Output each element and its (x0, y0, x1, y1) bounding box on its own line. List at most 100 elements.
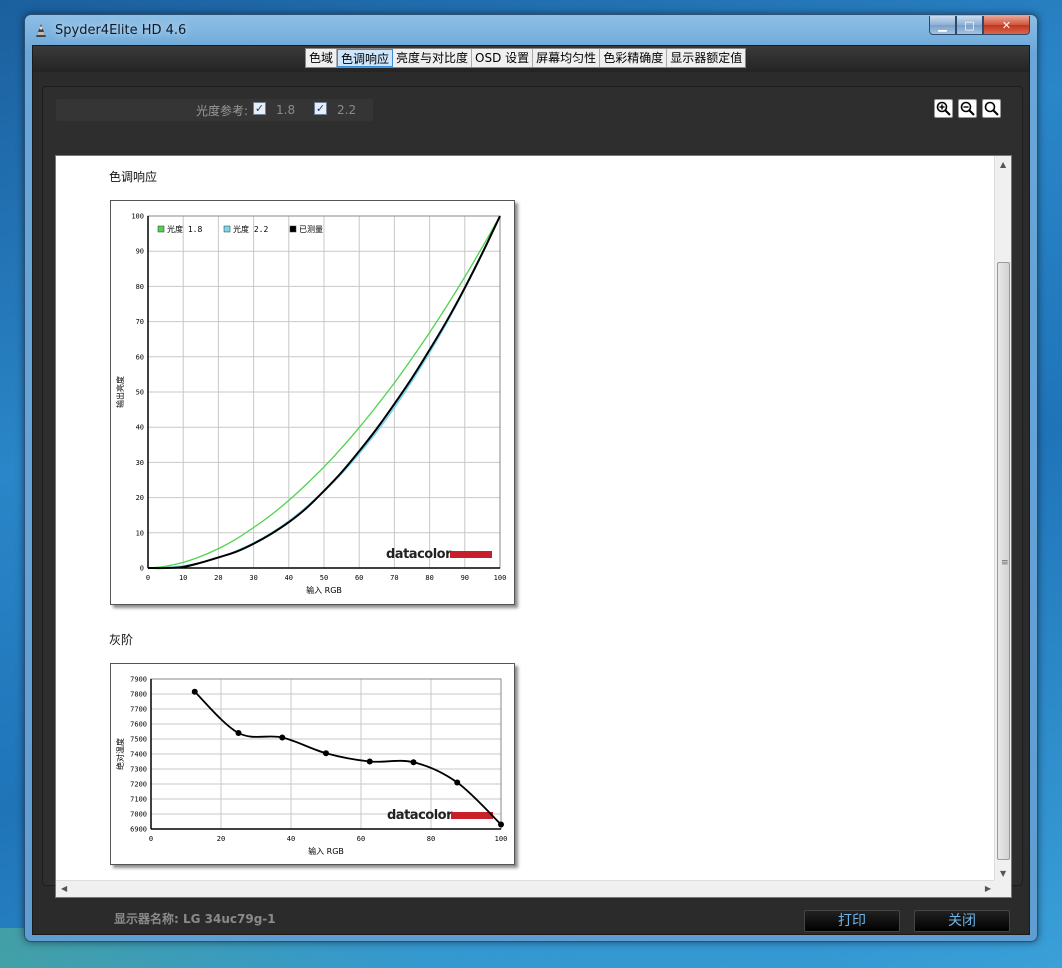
horizontal-scrollbar[interactable]: ◀ ▶ (56, 880, 996, 897)
y-axis-label: 输出亮度 (115, 376, 125, 408)
zoom-out-icon (960, 101, 975, 116)
legend-swatch (157, 225, 165, 233)
y-tick-label: 50 (136, 389, 144, 397)
x-tick-label: 10 (179, 574, 187, 582)
zoom-reset-button[interactable] (982, 99, 1001, 118)
window-controls: ▁ □ ✕ (929, 16, 1030, 36)
zoom-fit-icon (984, 101, 999, 116)
client-area: 色域 色调响应 亮度与对比度 OSD 设置 屏幕均匀性 色彩精确度 显示器额定值… (32, 45, 1030, 935)
legend-label: 光度 2.2 (233, 224, 268, 234)
zoom-controls (934, 99, 1001, 118)
data-point (323, 750, 329, 757)
minimize-button[interactable]: ▁ (929, 16, 956, 35)
maximize-button[interactable]: □ (956, 16, 983, 35)
close-window-button[interactable]: ✕ (983, 16, 1030, 35)
y-tick-label: 7500 (130, 736, 147, 744)
x-tick-label: 20 (217, 835, 225, 843)
y-tick-label: 70 (136, 318, 144, 326)
data-point (235, 730, 242, 736)
app-window: Spyder4Elite HD 4.6 ▁ □ ✕ 色域 色调响应 亮度与对比度… (24, 14, 1038, 942)
tab-bar: 色域 色调响应 亮度与对比度 OSD 设置 屏幕均匀性 色彩精确度 显示器额定值 (305, 48, 747, 68)
y-tick-label: 7800 (130, 691, 147, 699)
tab-brightness-contrast[interactable]: 亮度与对比度 (393, 49, 473, 67)
y-tick-label: 7200 (130, 781, 147, 789)
report-view[interactable]: 色调响应 0 10 20 30 40 50 60 70 80 90 100 0 10 20 30 40 50 60… (55, 155, 1012, 898)
gamma-18-label: 1.8 (276, 103, 296, 117)
y-tick-label: 10 (136, 529, 144, 537)
tab-screen-uniformity[interactable]: 屏幕均匀性 (533, 49, 601, 67)
legend-label: 已测量 (299, 225, 323, 234)
y-tick-label: 7000 (130, 811, 147, 819)
tab-gamut[interactable]: 色域 (306, 49, 338, 67)
x-axis-label: 输入 RGB (308, 846, 344, 856)
tabs-strip: 色域 色调响应 亮度与对比度 OSD 设置 屏幕均匀性 色彩精确度 显示器额定值 (33, 46, 1029, 72)
y-tick-label: 60 (136, 353, 144, 361)
data-point (191, 688, 198, 695)
datacolor-logo-bar (450, 551, 492, 558)
report-panel: 光度参考: ✓ 1.8 ✓ 2.2 色调响应 0 10 20 30 40 50 … (42, 86, 1023, 898)
data-point (410, 759, 417, 766)
gamma-22-checkbox[interactable]: ✓ (314, 102, 327, 115)
scroll-down-icon[interactable]: ▼ (1000, 869, 1006, 878)
scroll-right-icon[interactable]: ▶ (985, 884, 991, 893)
scroll-up-icon[interactable]: ▲ (1000, 160, 1006, 169)
gamma-reference-label: 光度参考: (196, 104, 249, 118)
datacolor-logo: datacolor (387, 808, 453, 823)
close-button[interactable]: 关闭 (914, 910, 1010, 932)
data-point (279, 734, 286, 741)
y-tick-label: 0 (140, 565, 144, 573)
scroll-grip-icon: ≡ (1001, 558, 1009, 568)
tone-response-svg: 0 10 20 30 40 50 60 70 80 90 100 0 10 20 30 40 50 60 70 80 9… (115, 213, 506, 596)
x-tick-label: 0 (146, 574, 150, 582)
x-tick-label: 60 (355, 574, 363, 582)
print-button[interactable]: 打印 (804, 910, 900, 932)
tone-response-chart: 0 10 20 30 40 50 60 70 80 90 100 0 10 20 30 40 50 60 70 80 9… (110, 200, 515, 605)
x-tick-label: 90 (461, 574, 469, 582)
datacolor-logo-bar (451, 812, 493, 819)
tab-osd-settings[interactable]: OSD 设置 (472, 49, 534, 67)
gamma-22-label: 2.2 (337, 103, 357, 117)
zoom-in-button[interactable] (934, 99, 953, 118)
gamma-18-checkbox[interactable]: ✓ (253, 102, 266, 115)
y-tick-label: 7700 (130, 706, 147, 714)
x-tick-label: 70 (390, 574, 398, 582)
tab-color-accuracy[interactable]: 色彩精确度 (600, 49, 668, 67)
x-tick-label: 30 (249, 574, 257, 582)
y-tick-label: 7900 (130, 676, 147, 684)
gamma-reference-bar: 光度参考: ✓ 1.8 ✓ 2.2 (56, 99, 373, 121)
maximize-icon: □ (964, 18, 975, 32)
y-tick-label: 20 (136, 494, 144, 502)
spyder-app-icon (36, 24, 46, 37)
x-tick-label: 40 (285, 574, 293, 582)
y-tick-label: 100 (131, 213, 144, 221)
x-tick-label: 40 (287, 835, 295, 843)
grayscale-svg: 0 20 40 60 80 100 6900 7000 7100 7200 7300 7400 7500… (115, 676, 508, 857)
zoom-in-icon (936, 101, 951, 116)
x-tick-label: 80 (427, 835, 435, 843)
y-tick-label: 80 (136, 283, 144, 291)
tab-tone-response[interactable]: 色调响应 (337, 49, 394, 67)
tab-display-rating[interactable]: 显示器额定值 (667, 49, 745, 67)
y-tick-label: 90 (136, 248, 144, 256)
legend-swatch (289, 225, 297, 233)
y-tick-label: 7400 (130, 751, 147, 759)
vertical-scroll-thumb[interactable]: ≡ (997, 262, 1010, 860)
y-tick-label: 7100 (130, 796, 147, 804)
x-tick-label: 80 (425, 574, 433, 582)
minimize-icon: ▁ (938, 18, 947, 32)
data-point (498, 821, 504, 828)
title-bar[interactable]: Spyder4Elite HD 4.6 ▁ □ ✕ (25, 15, 1037, 45)
y-tick-label: 40 (136, 424, 144, 432)
scroll-left-icon[interactable]: ◀ (61, 884, 67, 893)
legend-swatch (223, 225, 231, 233)
vertical-scrollbar[interactable]: ▲ ≡ ▼ (994, 156, 1011, 882)
y-tick-label: 7300 (130, 766, 147, 774)
datacolor-logo: datacolor (386, 547, 452, 562)
window-title: Spyder4Elite HD 4.6 (55, 23, 187, 38)
y-tick-label: 30 (136, 459, 144, 467)
x-tick-label: 100 (495, 835, 508, 843)
series-line (194, 691, 502, 826)
x-axis-label: 输入 RGB (306, 585, 342, 595)
display-name-label: 显示器名称: LG 34uc79g-1 (114, 912, 276, 926)
zoom-out-button[interactable] (958, 99, 977, 118)
